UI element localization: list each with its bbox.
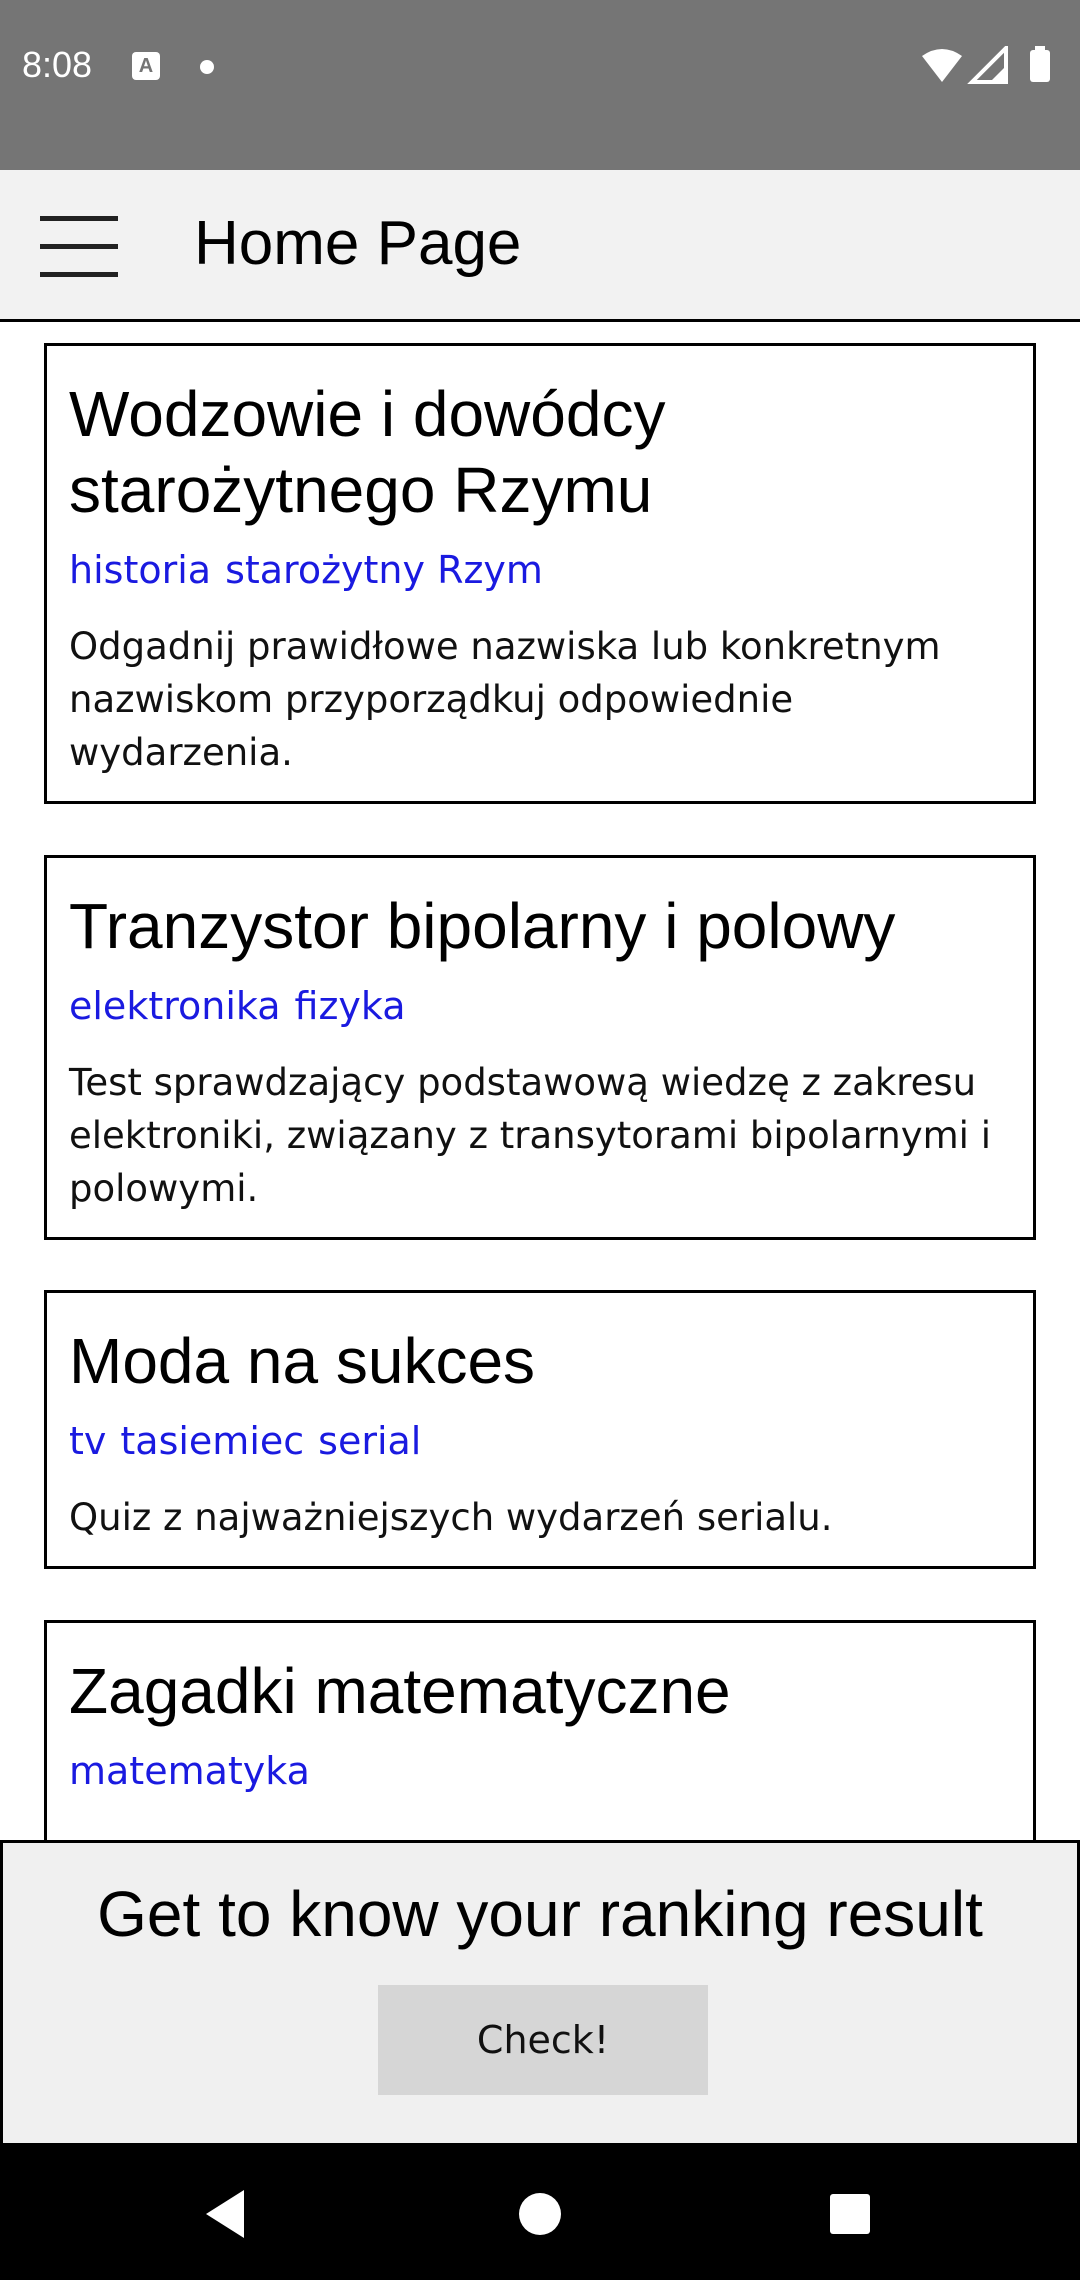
quiz-card[interactable]: Wodzowie i dowódcy starożytnego Rzymu hi…	[44, 343, 1036, 804]
ranking-prompt: Get to know your ranking result	[97, 1878, 983, 1950]
quiz-tag[interactable]: serial	[318, 1417, 421, 1465]
status-bar: 8:08 A	[0, 0, 1080, 170]
recents-icon[interactable]	[810, 2176, 890, 2252]
quiz-title: Moda na sukces	[69, 1325, 536, 1397]
status-time: 8:08	[22, 44, 93, 85]
quiz-tags: tv tasiemiec serial	[69, 1417, 1011, 1465]
quiz-card[interactable]: Moda na sukces tv tasiemiec serial Quiz …	[44, 1290, 1036, 1569]
quiz-title: Wodzowie i dowódcy starożytnego Rzymu	[69, 378, 666, 526]
quiz-title: Zagadki matematyczne	[69, 1655, 731, 1727]
status-icons	[922, 46, 1050, 84]
quiz-title: Tranzystor bipolarny i polowy	[69, 890, 896, 962]
quiz-tag[interactable]: tasiemiec	[120, 1417, 304, 1465]
ranking-panel: Get to know your ranking result Check!	[0, 1840, 1080, 2146]
quiz-tag[interactable]: elektronika	[69, 982, 281, 1030]
back-icon[interactable]	[186, 2176, 266, 2252]
page-title: Home Page	[194, 209, 522, 278]
quiz-card[interactable]: Zagadki matematyczne matematyka	[44, 1620, 1036, 1841]
quiz-tag[interactable]: fizyka	[295, 982, 406, 1030]
notification-a-icon: A	[132, 52, 160, 80]
hamburger-menu-icon[interactable]	[40, 212, 118, 282]
quiz-card[interactable]: Tranzystor bipolarny i polowy elektronik…	[44, 855, 1036, 1240]
quiz-tag[interactable]: historia	[69, 546, 211, 594]
quiz-tags: elektronika fizyka	[69, 982, 1011, 1030]
quiz-description: Odgadnij prawidłowe nazwiska lub konkret…	[69, 625, 941, 774]
battery-icon	[1030, 50, 1050, 82]
quiz-tags: matematyka	[69, 1747, 1011, 1795]
quiz-description: Quiz z najważniejszych wydarzeń serialu.	[69, 1496, 833, 1539]
quiz-tags: historia starożytny Rzym	[69, 546, 1011, 594]
quiz-tag[interactable]: tv	[69, 1417, 106, 1465]
quiz-list[interactable]: Wodzowie i dowódcy starożytnego Rzymu hi…	[0, 325, 1080, 1841]
quiz-description: Test sprawdzający podstawową wiedzę z za…	[69, 1061, 992, 1210]
app-bar: Home Page	[0, 170, 1080, 322]
notification-dot-icon	[200, 60, 214, 74]
quiz-tag[interactable]: matematyka	[69, 1747, 310, 1795]
quiz-tag[interactable]: starożytny Rzym	[225, 546, 543, 594]
wifi-icon	[922, 49, 962, 82]
navigation-bar	[0, 2146, 1080, 2280]
home-icon[interactable]	[500, 2176, 580, 2252]
check-button[interactable]: Check!	[378, 1985, 708, 2095]
